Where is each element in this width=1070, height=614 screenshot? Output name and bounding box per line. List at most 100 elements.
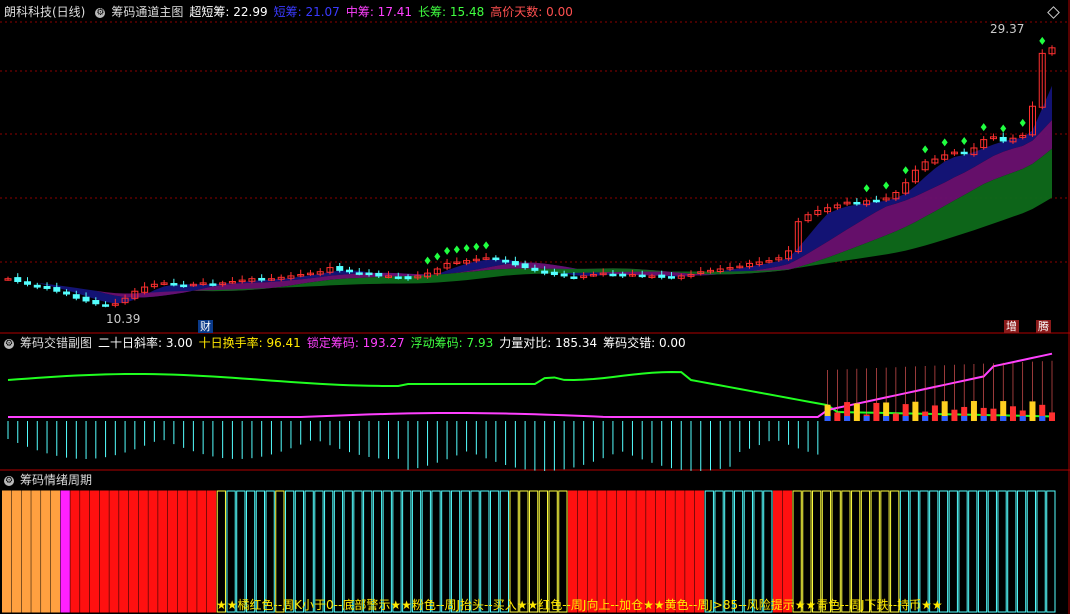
cycle-bar-cyan [1036,490,1046,613]
buy-signal-marker [434,252,441,261]
turnover-bar [873,402,880,421]
cycle-bar-yellow [548,490,558,613]
cycle-bar-cyan [431,490,441,613]
buy-signal-marker [941,138,948,147]
candle-body [960,151,968,155]
settings-icon[interactable]: ⚙ [4,338,14,349]
cycle-bar-cyan [255,490,266,613]
cycle-bar-yellow [792,490,802,613]
cycle-bar-cyan [753,490,763,613]
turnover-bar [931,405,938,421]
candle-body [102,304,110,307]
candle-body [365,272,373,276]
cycle-bar-cyan [1026,490,1036,613]
cycle-bar-cyan [480,490,490,613]
main-label-1: 短筹: 21.07 [273,5,340,19]
turnover-bar-blue [883,416,890,421]
cycle-bar-cyan [226,490,236,613]
turnover-bar [951,409,958,421]
turnover-bar-blue [980,416,987,421]
main-label-3: 长筹: 15.48 [418,5,485,19]
cycle-bar-red [568,490,578,613]
main-panel-header: 朗科科技(日线) ⚙ 筹码通道主图 超短筹: 22.99 短筹: 21.07 中筹: 17… [0,3,585,21]
candle-body [609,273,617,277]
cycle-bar-red [577,490,588,613]
cycle-bar-yellow [802,490,812,613]
turnover-bar [1049,412,1055,421]
settings-icon[interactable]: ⚙ [4,475,14,486]
cycle-bar-red [636,490,646,613]
candle-body [92,300,100,305]
candle-body [63,291,71,295]
event-tag-teng[interactable]: 腾 [1036,320,1051,333]
cycle-bar-yellow [216,490,226,613]
candle-body [999,136,1007,142]
cycle-bar-cyan [285,490,295,613]
cycle-bar-cyan [441,490,451,613]
sub2-indicator-name[interactable]: 筹码情绪周期 [20,473,92,487]
cycle-bar-orange [50,490,61,613]
candle-body [521,263,529,269]
cycle-bar-red [587,490,597,613]
candle-body [511,261,519,266]
settings-icon[interactable]: ⚙ [95,7,106,18]
candle-body [170,283,178,286]
sub1-label-2: 锁定筹码: 193.27 [306,336,405,350]
buy-signal-marker [1000,124,1007,133]
candle-body [72,294,80,299]
candle-body [667,276,675,279]
candle-body [53,287,61,292]
candle-body [33,284,41,288]
candle-body [570,276,578,279]
cycle-bar-cyan [938,490,949,613]
buy-signal-marker [453,245,460,254]
event-tag-zeng[interactable]: 增 [1004,320,1019,333]
candle-body [658,274,666,278]
cycle-bar-red [772,490,783,613]
main-label-0: 超短筹: 22.99 [189,5,268,19]
candle-body [82,296,90,302]
sub1-indicator-name[interactable]: 筹码交错副图 [20,336,92,350]
turnover-bar-blue [844,416,851,421]
main-indicator-name[interactable]: 筹码通道主图 [111,5,183,19]
cycle-bar-red [597,490,607,613]
cycle-bar-yellow [275,490,285,613]
buy-signal-marker [1019,118,1026,127]
sub1-indicator-values: 二十日斜率: 3.00 十日换手率: 96.41 锁定筹码: 193.27 浮动筹码:… [98,336,692,350]
candle-body [550,271,558,276]
turnover-bar-blue [922,416,929,421]
buy-signal-marker [863,184,870,193]
main-label-4: 高价天数: 0.00 [490,5,573,19]
cycle-bar-yellow [529,490,539,613]
cycle-bar-cyan [382,490,392,613]
cycle-bar-pink [60,490,70,613]
cycle-bar-red [616,490,627,613]
cycle-bar-cyan [704,490,714,613]
turnover-bar [834,412,841,421]
buy-signal-marker [922,145,929,154]
cycle-bar-yellow [821,490,832,613]
event-tag-cai[interactable]: 财 [198,320,213,333]
cycle-bar-red [99,490,109,613]
locked-chip-line [8,352,1053,418]
cycle-bar-red [119,490,129,613]
turnover-bar-blue [1039,416,1046,421]
cycle-bar-yellow [841,490,851,613]
cycle-bar-red [148,490,158,613]
cycle-bar-yellow [890,490,900,613]
candle-body [336,266,344,271]
cycle-bar-yellow [509,490,519,613]
cycle-bar-cyan [470,490,480,613]
cycle-bar-cyan [499,490,509,613]
buy-signal-marker [883,181,890,190]
sub1-panel-header: ⚙ 筹码交错副图 二十日斜率: 3.00 十日换手率: 96.41 锁定筹码: 193.… [0,334,698,352]
main-indicator-values: 超短筹: 22.99 短筹: 21.07 中筹: 17.41 长筹: 15.48 高价天… [189,5,578,19]
cycle-bar-cyan [899,490,910,613]
cycle-bar-cyan [1007,490,1017,613]
cycle-bar-red [187,490,197,613]
cycle-bar-orange [11,490,22,613]
main-label-2: 中筹: 17.41 [345,5,413,19]
cycle-bar-yellow [860,490,871,613]
cycle-bar-cyan [929,490,939,613]
buy-signal-marker [1039,36,1046,45]
